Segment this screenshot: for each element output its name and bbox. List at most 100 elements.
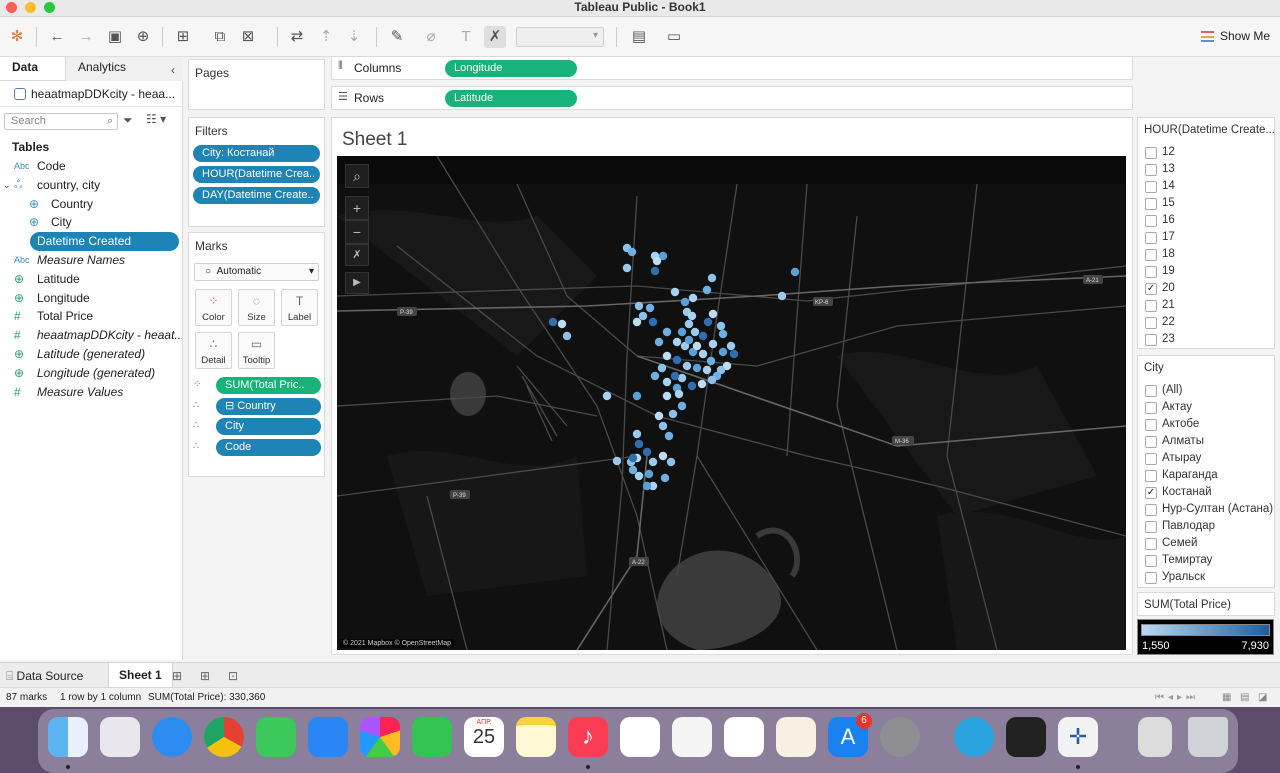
field-country-city-hierarchy[interactable]: ⌄ ஃ country, city (0, 176, 182, 195)
notes-icon[interactable] (516, 717, 556, 757)
map-tools-expand-button[interactable]: ▶ (345, 272, 369, 294)
map-data-point[interactable] (645, 303, 655, 313)
sort-ascending-icon[interactable]: ⇡ (315, 26, 337, 48)
checkbox[interactable] (1145, 198, 1157, 210)
collapse-icon[interactable]: ‹ (171, 60, 175, 80)
map-data-point[interactable] (548, 317, 558, 327)
dvd-player-icon[interactable] (1006, 717, 1046, 757)
map-data-point[interactable] (658, 421, 668, 431)
map-data-point[interactable] (634, 439, 644, 449)
clear-sheet-icon[interactable]: ⊠ (237, 26, 259, 48)
tableau-logo-icon[interactable]: ✻ (6, 26, 28, 48)
city-option[interactable]: Атырау (1138, 450, 1274, 467)
checkbox[interactable] (1145, 232, 1157, 244)
map-data-point[interactable] (632, 429, 642, 439)
field-longitude-generated[interactable]: ⊕ Longitude (generated) (0, 364, 182, 383)
mark-pill-sum-total-price[interactable]: SUM(Total Pric.. (216, 377, 321, 394)
map-data-point[interactable] (690, 327, 700, 337)
hour-option[interactable]: 13 (1138, 161, 1274, 178)
keynote-icon[interactable] (672, 717, 712, 757)
field-count[interactable]: # heaatmapDDKcity - heaat... (0, 326, 182, 345)
show-filmstrip-icon[interactable]: ▦ (1222, 692, 1231, 703)
fix-axes-icon[interactable]: ✗ (484, 26, 506, 48)
city-option[interactable]: Нур-Султан (Астана) (1138, 501, 1274, 518)
map-data-point[interactable] (634, 301, 644, 311)
map-view[interactable]: P-39 KP-6 A-21 M-36 P-39 A-22 ⌕ + − ✗ ▶ … (337, 156, 1126, 650)
map-data-point[interactable] (687, 311, 697, 321)
map-data-point[interactable] (648, 457, 658, 467)
city-option[interactable]: Уральск (1138, 569, 1274, 586)
numbers-icon[interactable] (724, 717, 764, 757)
map-data-point[interactable] (662, 391, 672, 401)
show-tabs-icon[interactable]: ▤ (1240, 692, 1249, 703)
view-list-icon[interactable]: ☷ ▾ (146, 112, 166, 126)
field-latitude-generated[interactable]: ⊕ Latitude (generated) (0, 345, 182, 364)
checkbox[interactable] (1145, 249, 1157, 261)
map-data-point[interactable] (688, 293, 698, 303)
trash-icon[interactable] (1188, 717, 1228, 757)
tooltip-button[interactable]: ▭ Tooltip (238, 332, 275, 369)
map-data-point[interactable] (644, 469, 654, 479)
highlight-icon[interactable]: ✎ (386, 26, 408, 48)
size-button[interactable]: ◌ Size (238, 289, 275, 326)
map-data-point[interactable] (777, 291, 787, 301)
show-sheet-sorter-icon[interactable]: ◪ (1258, 692, 1267, 703)
map-data-point[interactable] (790, 267, 800, 277)
map-search-button[interactable]: ⌕ (345, 164, 369, 188)
checkbox[interactable] (1145, 419, 1157, 431)
sheet-navigation-icons[interactable]: ⏮◂▸⏭ (1155, 692, 1199, 703)
undo-icon[interactable]: ← (46, 26, 68, 48)
tableau-public-icon[interactable]: ✛ (1058, 717, 1098, 757)
map-data-point[interactable] (684, 319, 694, 329)
hour-option[interactable]: 15 (1138, 195, 1274, 212)
map-data-point[interactable] (664, 431, 674, 441)
new-worksheet-icon[interactable]: ⊞ (172, 26, 194, 48)
map-data-point[interactable] (726, 341, 736, 351)
checkbox[interactable] (1145, 453, 1157, 465)
map-data-point[interactable] (650, 266, 660, 276)
map-data-point[interactable] (674, 389, 684, 399)
music-icon[interactable]: ♪ (568, 717, 608, 757)
map-data-point[interactable] (602, 391, 612, 401)
map-data-point[interactable] (698, 331, 708, 341)
field-code[interactable]: Abc Code (0, 157, 182, 176)
columns-pill-longitude[interactable]: Longitude (445, 60, 577, 77)
map-data-point[interactable] (628, 453, 638, 463)
finder-icon[interactable] (48, 717, 88, 757)
rows-shelf[interactable]: ☰ Rows Latitude (331, 86, 1133, 110)
color-button[interactable]: ⁘ Color (195, 289, 232, 326)
field-measure-values[interactable]: # Measure Values (0, 383, 182, 402)
filters-card[interactable]: Filters City: Костанай HOUR(Datetime Cre… (188, 117, 325, 227)
map-data-point[interactable] (716, 321, 726, 331)
hour-option[interactable]: 23 (1138, 331, 1274, 348)
checkbox[interactable]: ✓ (1145, 283, 1157, 295)
checkbox[interactable] (1145, 436, 1157, 448)
city-option[interactable]: ✓ Костанай (1138, 484, 1274, 501)
map-data-point[interactable] (672, 337, 682, 347)
hour-option[interactable]: 16 (1138, 212, 1274, 229)
map-data-point[interactable] (718, 329, 728, 339)
city-option[interactable]: Караганда (1138, 467, 1274, 484)
map-data-point[interactable] (660, 473, 670, 483)
checkbox[interactable] (1145, 215, 1157, 227)
new-story-icon[interactable]: ⊡ (228, 669, 238, 683)
field-country[interactable]: ⊕ Country (0, 195, 182, 214)
map-data-point[interactable] (652, 256, 662, 266)
rows-pill-latitude[interactable]: Latitude (445, 90, 577, 107)
map-data-point[interactable] (698, 349, 708, 359)
mail-icon[interactable] (308, 717, 348, 757)
hour-option[interactable]: ✓ 20 (1138, 280, 1274, 297)
map-data-point[interactable] (692, 363, 702, 373)
map-data-point[interactable] (654, 411, 664, 421)
filter-pill-hour[interactable]: HOUR(Datetime Crea.. (193, 166, 320, 183)
map-data-point[interactable] (668, 409, 678, 419)
map-data-point[interactable] (670, 371, 680, 381)
hour-option[interactable]: 18 (1138, 246, 1274, 263)
map-data-point[interactable] (729, 349, 739, 359)
map-data-point[interactable] (657, 363, 667, 373)
safari-icon[interactable] (152, 717, 192, 757)
hour-option[interactable]: 22 (1138, 314, 1274, 331)
checkbox[interactable] (1145, 470, 1157, 482)
detail-button[interactable]: ∴ Detail (195, 332, 232, 369)
map-data-point[interactable] (632, 317, 642, 327)
